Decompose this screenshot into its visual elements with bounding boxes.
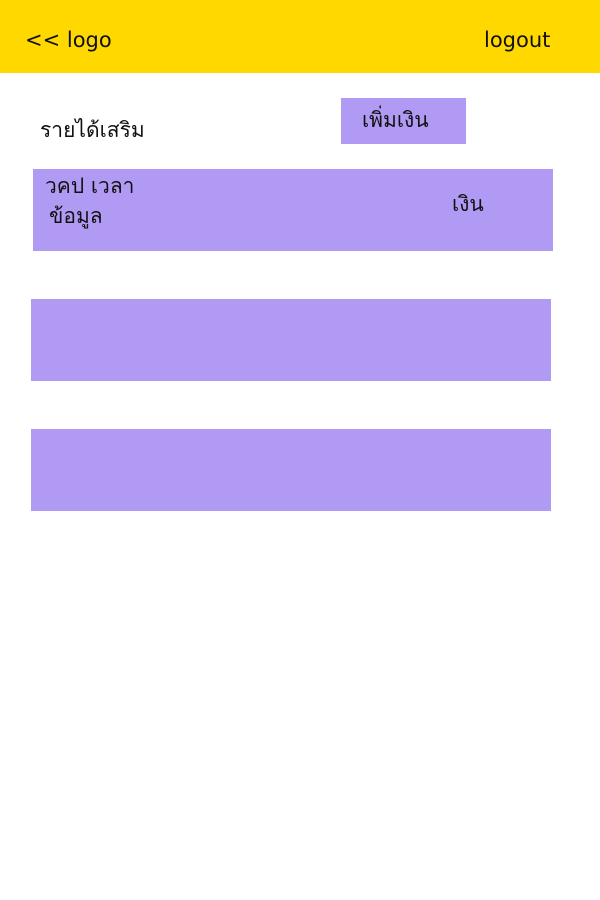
top-header: << logo logout	[0, 0, 600, 73]
entry-date-time: วคป เวลา	[45, 174, 135, 198]
add-money-button[interactable]: เพิ่มเงิน	[341, 98, 466, 144]
income-entry-card[interactable]	[31, 299, 551, 381]
entry-amount: เงิน	[452, 192, 484, 216]
logout-link[interactable]: logout	[484, 30, 550, 51]
page-title: รายได้เสริม	[40, 118, 145, 142]
income-entry-card[interactable]: วคป เวลา ข้อมูล เงิน	[33, 169, 553, 251]
income-entry-card[interactable]	[31, 429, 551, 511]
back-logo-link[interactable]: << logo	[25, 30, 112, 51]
entry-detail: ข้อมูล	[49, 204, 103, 228]
